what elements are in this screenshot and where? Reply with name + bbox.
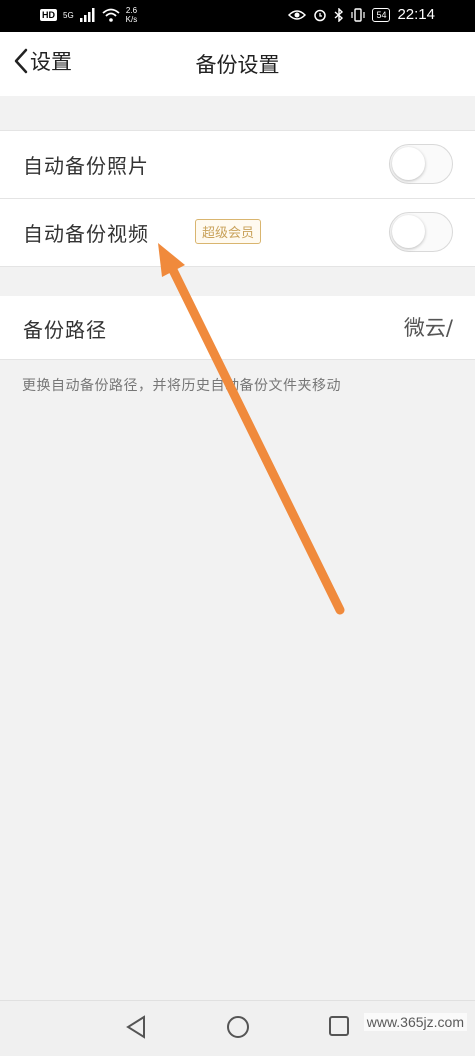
speed-value: 2.6: [125, 6, 138, 15]
status-left: HD 5G 2.6 K/s: [40, 6, 137, 24]
battery-level: 54: [372, 7, 391, 22]
backup-path-row[interactable]: 备份路径 微云/: [0, 296, 475, 360]
auto-backup-photos-row[interactable]: 自动备份照片: [0, 130, 475, 198]
auto-backup-photos-toggle[interactable]: [389, 144, 453, 184]
page-title: 备份设置: [195, 53, 280, 77]
network-type: 5G: [63, 10, 74, 20]
divider: [0, 359, 475, 360]
auto-backup-videos-row[interactable]: 自动备份视频 超级会员: [0, 198, 475, 266]
alarm-icon: [314, 9, 327, 21]
auto-backup-videos-label: 自动备份视频: [23, 222, 149, 246]
super-vip-badge: 超级会员: [195, 219, 262, 244]
eye-icon: [288, 9, 307, 20]
network-speed: 2.6 K/s: [126, 6, 138, 24]
recents-square-icon[interactable]: [328, 1015, 350, 1037]
auto-backup-videos-toggle[interactable]: [389, 212, 453, 252]
vibrate-icon: [351, 7, 366, 22]
signal-icon: [79, 8, 95, 22]
backup-path-hint: 更换自动备份路径，并将历史自动备份文件夹移动: [22, 378, 341, 394]
back-triangle-icon[interactable]: [125, 1015, 147, 1039]
header: 设置 备份设置: [0, 32, 475, 96]
system-nav-bar: www.365jz.com: [0, 1000, 475, 1056]
status-bar: HD 5G 2.6 K/s 54 22:14: [0, 0, 475, 32]
backup-path-group: 备份路径 微云/: [0, 296, 475, 360]
clock: 22:14: [397, 6, 435, 23]
auto-backup-photos-label: 自动备份照片: [23, 154, 149, 178]
toggle-knob: [392, 215, 425, 248]
watermark: www.365jz.com: [363, 1013, 467, 1031]
hd-badge: HD: [40, 9, 57, 21]
backup-path-label: 备份路径: [23, 318, 107, 342]
home-circle-icon[interactable]: [226, 1015, 250, 1039]
toggle-knob: [392, 147, 425, 180]
bluetooth-icon: [334, 7, 344, 22]
wifi-icon: [102, 8, 120, 22]
status-right: 54 22:14: [288, 6, 435, 23]
backup-path-value: 微云/: [403, 316, 453, 340]
speed-unit: K/s: [125, 15, 138, 24]
divider: [0, 266, 475, 267]
auto-backup-group: 自动备份照片 自动备份视频 超级会员: [0, 130, 475, 267]
